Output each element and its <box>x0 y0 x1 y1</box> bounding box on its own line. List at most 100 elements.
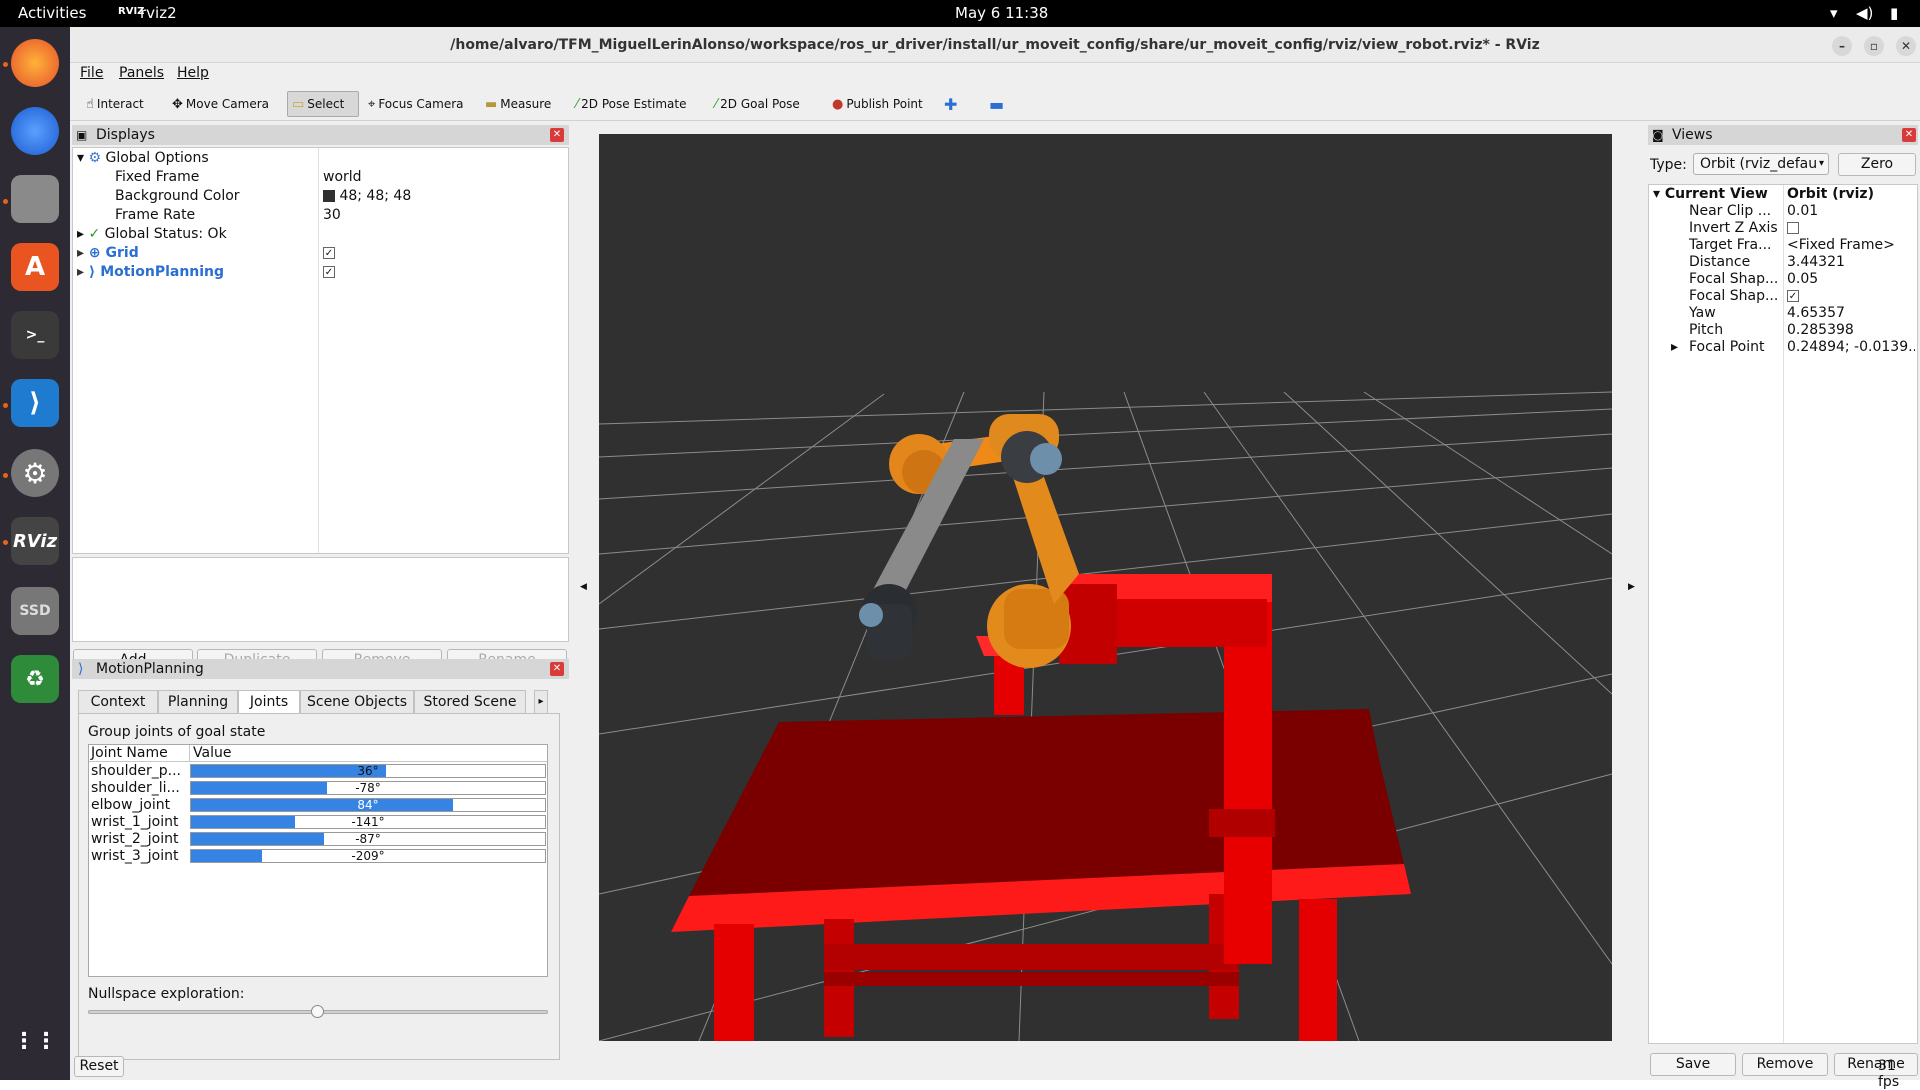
global-options-row[interactable]: ▾ ⚙ Global Options <box>77 149 209 168</box>
map-pin-icon: ● <box>832 96 844 112</box>
joint-row: wrist_1_joint -141° <box>89 814 547 831</box>
close-panel-icon[interactable]: ✕ <box>1902 128 1916 142</box>
menu-panels[interactable]: Panels <box>119 65 164 81</box>
color-swatch <box>323 190 335 202</box>
firefox-icon[interactable] <box>11 39 59 87</box>
remove-view-button[interactable]: Remove <box>1742 1053 1828 1076</box>
tab-stored-scenes[interactable]: Stored Scene <box>414 690 526 714</box>
close-panel-icon[interactable]: ✕ <box>550 128 564 142</box>
value-column-header[interactable]: Value <box>193 745 231 761</box>
collapse-left-dock-icon[interactable]: ◀ <box>580 582 587 592</box>
menu-help[interactable]: Help <box>177 65 209 81</box>
joint-value-text: -209° <box>351 849 385 863</box>
view-property-value[interactable]: 0.24894; -0.0139... <box>1787 338 1915 357</box>
activities-button[interactable]: Activities <box>18 4 86 22</box>
joint-name-column-header[interactable]: Joint Name <box>91 745 168 761</box>
collapse-arrow-icon[interactable]: ▸ <box>77 226 84 242</box>
goal-pose-tool[interactable]: ⁄ 2D Goal Pose <box>711 91 804 117</box>
nullspace-slider[interactable] <box>88 1005 548 1018</box>
move-camera-tool[interactable]: ✥ Move Camera <box>168 91 273 117</box>
select-tool[interactable]: ▭ Select <box>287 91 359 117</box>
render-viewport-3d[interactable] <box>599 134 1612 1041</box>
close-icon[interactable]: ✕ <box>1896 36 1916 56</box>
collapse-right-dock-icon[interactable]: ▶ <box>1628 582 1635 592</box>
wifi-icon[interactable]: ▾ <box>1830 4 1838 22</box>
expand-arrow-icon[interactable]: ▾ <box>77 150 84 166</box>
measure-tool[interactable]: ▬ Measure <box>481 91 555 117</box>
focus-camera-tool[interactable]: ⌖ Focus Camera <box>364 91 468 117</box>
minimize-icon[interactable]: – <box>1832 36 1852 56</box>
files-icon[interactable] <box>11 175 59 223</box>
interact-tool[interactable]: ☝ Interact <box>82 91 148 117</box>
show-apps-icon[interactable]: ⋮⋮ <box>11 1017 59 1065</box>
vscode-icon[interactable]: ⟩ <box>11 379 59 427</box>
joint-value-slider[interactable]: 84° <box>190 798 546 812</box>
view-type-label: Type: <box>1650 157 1687 173</box>
close-panel-icon[interactable]: ✕ <box>550 662 564 676</box>
grid-icon: ⊕ <box>88 245 101 261</box>
view-type-select[interactable]: Orbit (rviz_defau ▾ <box>1693 153 1829 175</box>
grid-enabled-checkbox[interactable]: ✓ <box>323 244 335 263</box>
volume-icon[interactable]: ◀) <box>1856 4 1873 22</box>
app-menu[interactable]: rviz2 <box>140 4 177 22</box>
fps-readout: 31 fps <box>1878 1058 1900 1090</box>
joint-row: wrist_3_joint -209° <box>89 848 547 865</box>
tab-planning[interactable]: Planning <box>158 690 238 714</box>
view-property-checkbox <box>1787 222 1799 234</box>
fixed-frame-label: Fixed Frame <box>115 169 200 185</box>
window-title: /home/alvaro/TFM_MiguelLerinAlonso/works… <box>450 37 1540 53</box>
motion-planning-display-row[interactable]: ▸ ⟩ MotionPlanning <box>77 263 224 282</box>
remove-tool-icon[interactable]: ▬ <box>985 91 1008 117</box>
maximize-icon[interactable]: ▫ <box>1864 36 1884 56</box>
add-tool-icon[interactable]: ✚ <box>940 91 961 117</box>
motion-planning-title: MotionPlanning <box>96 661 204 677</box>
nullspace-slider-handle[interactable] <box>311 1005 324 1018</box>
app-center-icon[interactable]: A <box>11 243 59 291</box>
joint-value-slider[interactable]: -78° <box>190 781 546 795</box>
grid-display-row[interactable]: ▸ ⊕ Grid <box>77 244 139 263</box>
motion-planning-tabs: Context Planning Joints Scene Objects St… <box>78 690 570 1069</box>
scene-render <box>599 391 1612 1041</box>
reset-button[interactable]: Reset <box>74 1056 124 1077</box>
joint-value-slider[interactable]: 36° <box>190 764 546 778</box>
rviz-icon[interactable]: RViz <box>11 517 59 565</box>
ssd-drive-icon[interactable]: SSD <box>11 587 59 635</box>
tab-scroll-right-icon[interactable]: ▸ <box>534 690 548 714</box>
joint-value-text: 36° <box>357 764 379 778</box>
checkmark-icon: ✓ <box>88 226 101 242</box>
fixed-frame-value[interactable]: world <box>323 168 362 187</box>
background-color-value[interactable]: 48; 48; 48 <box>323 187 411 206</box>
column-divider <box>1783 185 1784 1043</box>
tab-scene-objects[interactable]: Scene Objects <box>300 690 414 714</box>
terminal-icon[interactable]: >_ <box>11 311 59 359</box>
displays-panel-header: ▣ Displays ✕ <box>72 125 569 145</box>
zero-view-button[interactable]: Zero <box>1838 153 1916 176</box>
trash-icon[interactable]: ♻ <box>11 655 59 703</box>
gear-icon: ⚙ <box>88 150 102 166</box>
clock[interactable]: May 6 11:38 <box>955 4 1048 22</box>
joint-name: wrist_1_joint <box>91 814 179 830</box>
collapse-arrow-icon[interactable]: ▸ <box>77 264 84 280</box>
battery-icon[interactable]: ▮ <box>1890 4 1898 22</box>
tab-joints[interactable]: Joints <box>238 690 300 714</box>
thunderbird-icon[interactable] <box>11 107 59 155</box>
motion-planning-enabled-checkbox[interactable]: ✓ <box>323 263 335 282</box>
collapse-arrow-icon[interactable]: ▸ <box>77 245 84 261</box>
menu-file[interactable]: File <box>80 65 103 81</box>
joint-value-slider[interactable]: -209° <box>190 849 546 863</box>
pose-estimate-tool[interactable]: ⁄ 2D Pose Estimate <box>572 91 690 117</box>
expand-arrow-icon[interactable]: ▾ <box>1653 186 1660 202</box>
collapse-arrow-icon[interactable]: ▸ <box>1671 338 1678 357</box>
frame-rate-value[interactable]: 30 <box>323 206 341 225</box>
joint-value-slider[interactable]: -141° <box>190 815 546 829</box>
joint-value-slider[interactable]: -87° <box>190 832 546 846</box>
joint-row: wrist_2_joint -87° <box>89 831 547 848</box>
settings-icon[interactable]: ⚙ <box>11 449 59 497</box>
save-view-button[interactable]: Save <box>1650 1053 1736 1076</box>
display-description-box <box>72 557 569 642</box>
publish-point-tool[interactable]: ● Publish Point <box>828 91 927 117</box>
views-title: Views <box>1672 127 1713 143</box>
joint-row: shoulder_li... -78° <box>89 780 547 797</box>
global-status-row[interactable]: ▸ ✓ Global Status: Ok <box>77 225 227 244</box>
tab-context[interactable]: Context <box>78 690 158 714</box>
